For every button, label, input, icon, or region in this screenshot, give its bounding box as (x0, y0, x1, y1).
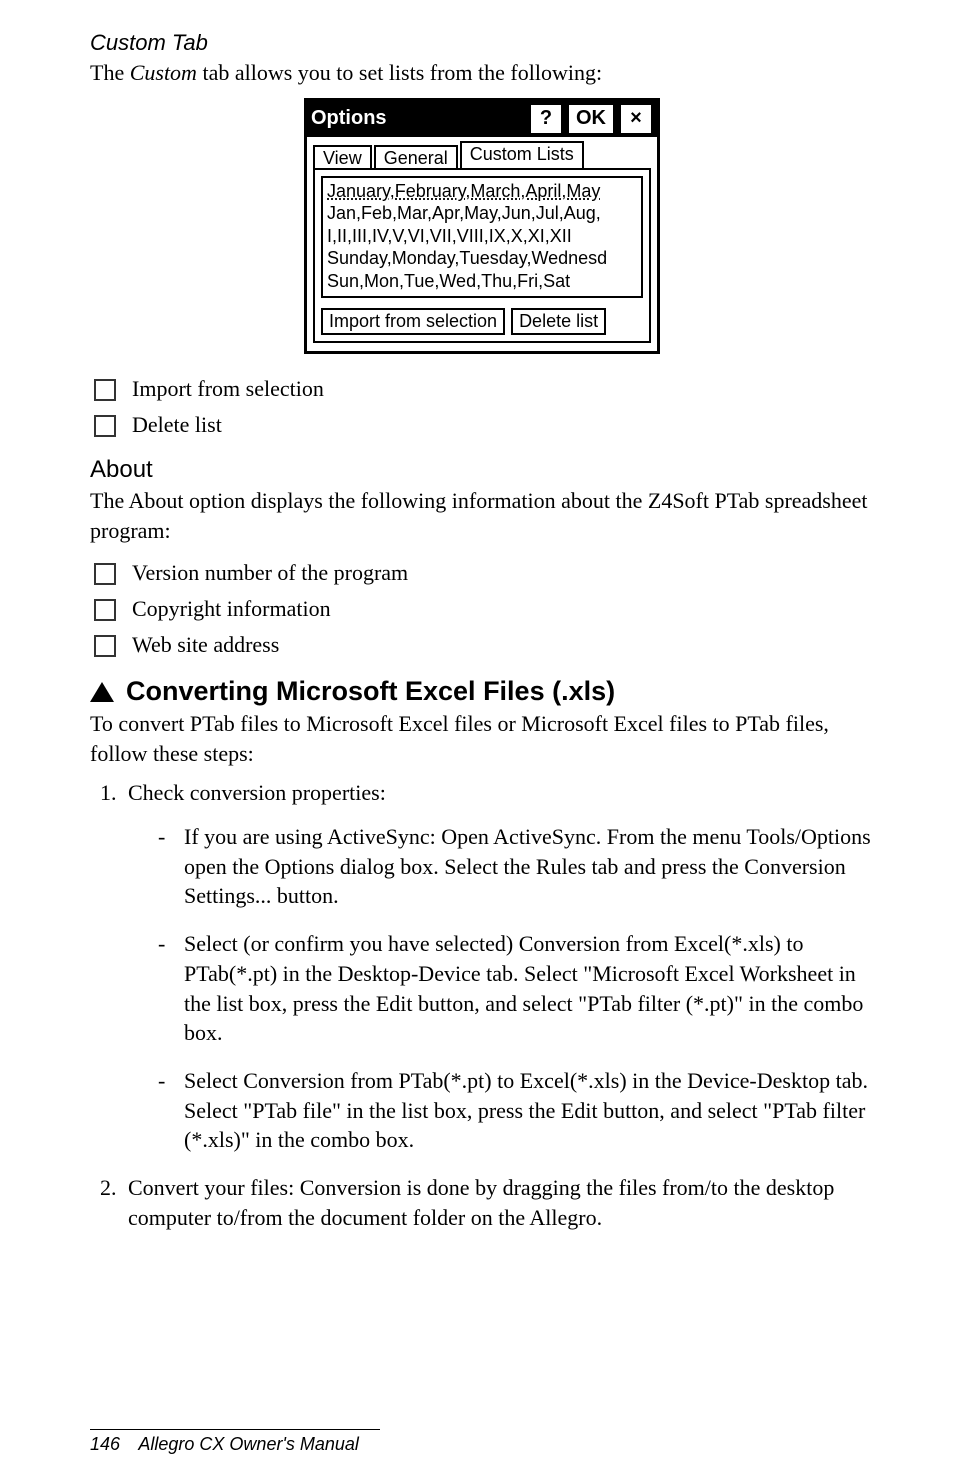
tab-custom-lists[interactable]: Custom Lists (460, 141, 584, 168)
page-number: 146 (90, 1434, 120, 1454)
step-1-item-2: Select (or confirm you have selected) Co… (158, 929, 874, 1048)
step-2: Convert your files: Conversion is done b… (122, 1173, 874, 1232)
tab-general[interactable]: General (374, 145, 458, 170)
close-button[interactable]: × (619, 103, 653, 135)
list-item[interactable]: I,II,III,IV,V,VI,VII,VIII,IX,X,XI,XII (327, 225, 637, 248)
step-1-item-3: Select Conversion from PTab(*.pt) to Exc… (158, 1066, 874, 1155)
post-dialog-bullets: Import from selection Delete list (90, 372, 874, 442)
list-item[interactable]: Sun,Mon,Tue,Wed,Thu,Fri,Sat (327, 270, 637, 293)
titlebar: Options ? OK × (307, 101, 657, 137)
step-1-text: Check conversion properties: (128, 780, 386, 805)
delete-list-button[interactable]: Delete list (511, 308, 606, 335)
dialog-title: Options (311, 107, 387, 130)
bullet-copyright: Copyright information (90, 592, 874, 626)
intro-pre: The (90, 60, 130, 85)
intro-em: Custom (130, 60, 197, 85)
import-from-selection-button[interactable]: Import from selection (321, 308, 505, 335)
step-1: Check conversion properties: If you are … (122, 778, 874, 1155)
about-intro: The About option displays the following … (90, 486, 874, 545)
about-bullets: Version number of the program Copyright … (90, 556, 874, 662)
list-item[interactable]: Sunday,Monday,Tuesday,Wednesd (327, 247, 637, 270)
intro-post: tab allows you to set lists from the fol… (197, 60, 602, 85)
custom-tab-intro: The Custom tab allows you to set lists f… (90, 58, 874, 88)
tab-view[interactable]: View (313, 145, 372, 170)
list-item[interactable]: Jan,Feb,Mar,Apr,May,Jun,Jul,Aug, (327, 202, 637, 225)
bullet-version: Version number of the program (90, 556, 874, 590)
ok-button[interactable]: OK (567, 103, 615, 135)
bullet-delete: Delete list (90, 408, 874, 442)
bullet-website: Web site address (90, 628, 874, 662)
converting-heading-text: Converting Microsoft Excel Files (.xls) (126, 676, 615, 707)
step-1-item-1: If you are using ActiveSync: Open Active… (158, 822, 874, 911)
triangle-icon (90, 682, 114, 702)
tab-row: View General Custom Lists (307, 137, 657, 170)
custom-lists-listbox[interactable]: January,February,March,April,May Jan,Feb… (321, 176, 643, 299)
about-heading: About (90, 456, 874, 484)
bullet-import: Import from selection (90, 372, 874, 406)
custom-tab-heading: Custom Tab (90, 30, 874, 56)
steps-list: Check conversion properties: If you are … (90, 778, 874, 1232)
tab-panel: January,February,March,April,May Jan,Feb… (313, 168, 651, 344)
converting-heading: Converting Microsoft Excel Files (.xls) (90, 676, 874, 707)
help-button[interactable]: ? (529, 103, 563, 135)
convert-intro: To convert PTab files to Microsoft Excel… (90, 709, 874, 768)
footer-title: Allegro CX Owner's Manual (138, 1434, 359, 1454)
step-1-sublist: If you are using ActiveSync: Open Active… (128, 822, 874, 1155)
list-item[interactable]: January,February,March,April,May (327, 180, 637, 203)
options-dialog: Options ? OK × View General Custom Lists… (304, 98, 660, 355)
page-footer: 146 Allegro CX Owner's Manual (90, 1429, 380, 1455)
